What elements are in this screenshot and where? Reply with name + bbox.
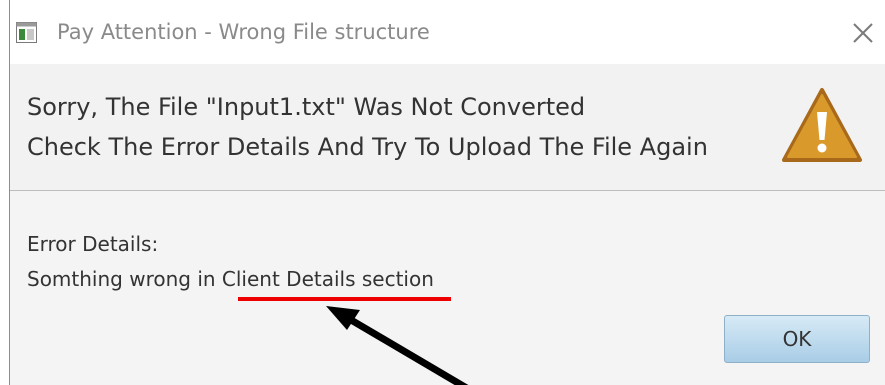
warning-triangle-icon [782, 88, 862, 162]
error-details-message: Somthing wrong in Client Details section [27, 267, 434, 291]
window-title: Pay Attention - Wrong File structure [57, 20, 430, 44]
error-headline: Sorry, The File "Input1.txt" Was Not Con… [27, 93, 586, 121]
error-details-label: Error Details: [27, 232, 159, 256]
message-header: Sorry, The File "Input1.txt" Was Not Con… [10, 64, 885, 191]
app-window-icon [16, 22, 37, 43]
screenshot-stage: Pay Attention - Wrong File structure Sor… [0, 0, 885, 385]
ok-button[interactable]: OK [724, 315, 870, 363]
details-content: Error Details: Somthing wrong in Client … [10, 191, 885, 385]
title-bar[interactable]: Pay Attention - Wrong File structure [10, 0, 885, 64]
error-instruction: Check The Error Details And Try To Uploa… [27, 133, 708, 161]
dialog-window: Pay Attention - Wrong File structure Sor… [9, 0, 885, 385]
close-icon[interactable] [846, 16, 880, 50]
